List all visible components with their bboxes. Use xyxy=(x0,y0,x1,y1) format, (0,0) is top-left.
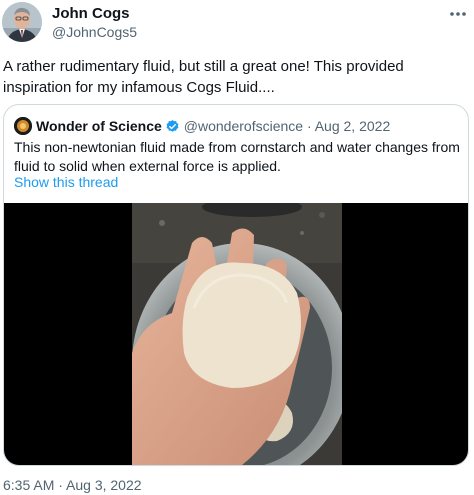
quoted-tweet-text: This non-newtonian fluid made from corns… xyxy=(14,139,460,174)
quoted-tweet-header: Wonder of Science @wonderofscience · Aug… xyxy=(14,116,390,136)
show-thread-link[interactable]: Show this thread xyxy=(14,174,118,190)
quoted-author-avatar[interactable] xyxy=(14,117,32,135)
author-handle[interactable]: @JohnCogs5 xyxy=(52,24,137,40)
tweet-header: John Cogs @JohnCogs5 xyxy=(0,0,474,48)
author-avatar[interactable] xyxy=(2,2,42,42)
video-thumbnail xyxy=(132,203,342,465)
quoted-video[interactable] xyxy=(4,203,468,465)
quoted-author-name[interactable]: Wonder of Science xyxy=(36,118,162,134)
more-options-button[interactable] xyxy=(446,4,470,24)
tweet-text: A rather rudimentary fluid, but still a … xyxy=(3,58,404,96)
author-name[interactable]: John Cogs xyxy=(52,5,130,22)
verified-badge-icon xyxy=(166,119,179,132)
quoted-tweet[interactable]: Wonder of Science @wonderofscience · Aug… xyxy=(3,104,469,466)
tweet-timestamp[interactable]: 6:35 AM · Aug 3, 2022 xyxy=(3,477,142,493)
quoted-handle-date: @wonderofscience · Aug 2, 2022 xyxy=(183,118,391,134)
more-horizontal-icon xyxy=(450,12,466,16)
video-frame xyxy=(132,203,342,465)
